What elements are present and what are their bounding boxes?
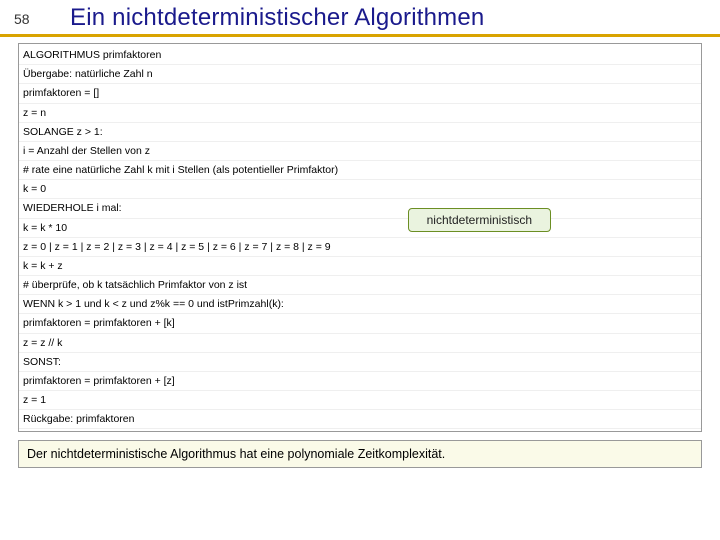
- algo-line: primfaktoren = primfaktoren + [z]: [19, 372, 701, 391]
- algo-line: Übergabe: natürliche Zahl n: [19, 65, 701, 84]
- algo-line: z = 1: [19, 391, 701, 410]
- algo-line: z = 0 | z = 1 | z = 2 | z = 3 | z = 4 | …: [19, 238, 701, 257]
- algo-line: Rückgabe: primfaktoren: [19, 410, 701, 429]
- algo-line: SONST:: [19, 353, 701, 372]
- algo-line: k = 0: [19, 180, 701, 199]
- algorithm-box: ALGORITHMUS primfaktoren Übergabe: natür…: [18, 43, 702, 432]
- algo-line: WIEDERHOLE i mal:: [19, 199, 701, 218]
- algo-line: primfaktoren = primfaktoren + [k]: [19, 314, 701, 333]
- algo-line: primfaktoren = []: [19, 84, 701, 103]
- algo-line: i = Anzahl der Stellen von z: [19, 142, 701, 161]
- algo-line: SOLANGE z > 1:: [19, 123, 701, 142]
- callout-nondeterministic: nichtdeterministisch: [408, 208, 551, 232]
- algo-line: WENN k > 1 und k < z und z%k == 0 und is…: [19, 295, 701, 314]
- page-title: Ein nichtdeterministischer Algorithmen: [62, 0, 484, 34]
- slide-header: 58 Ein nichtdeterministischer Algorithme…: [0, 0, 720, 37]
- algo-line: # überprüfe, ob k tatsächlich Primfaktor…: [19, 276, 701, 295]
- algo-line: z = n: [19, 104, 701, 123]
- algo-line: ALGORITHMUS primfaktoren: [19, 46, 701, 65]
- algo-line: # rate eine natürliche Zahl k mit i Stel…: [19, 161, 701, 180]
- algo-line: k = k * 10: [19, 219, 701, 238]
- page-number: 58: [0, 3, 62, 31]
- algo-line: z = z // k: [19, 334, 701, 353]
- algo-line: k = k + z: [19, 257, 701, 276]
- footer-note: Der nichtdeterministische Algorithmus ha…: [18, 440, 702, 468]
